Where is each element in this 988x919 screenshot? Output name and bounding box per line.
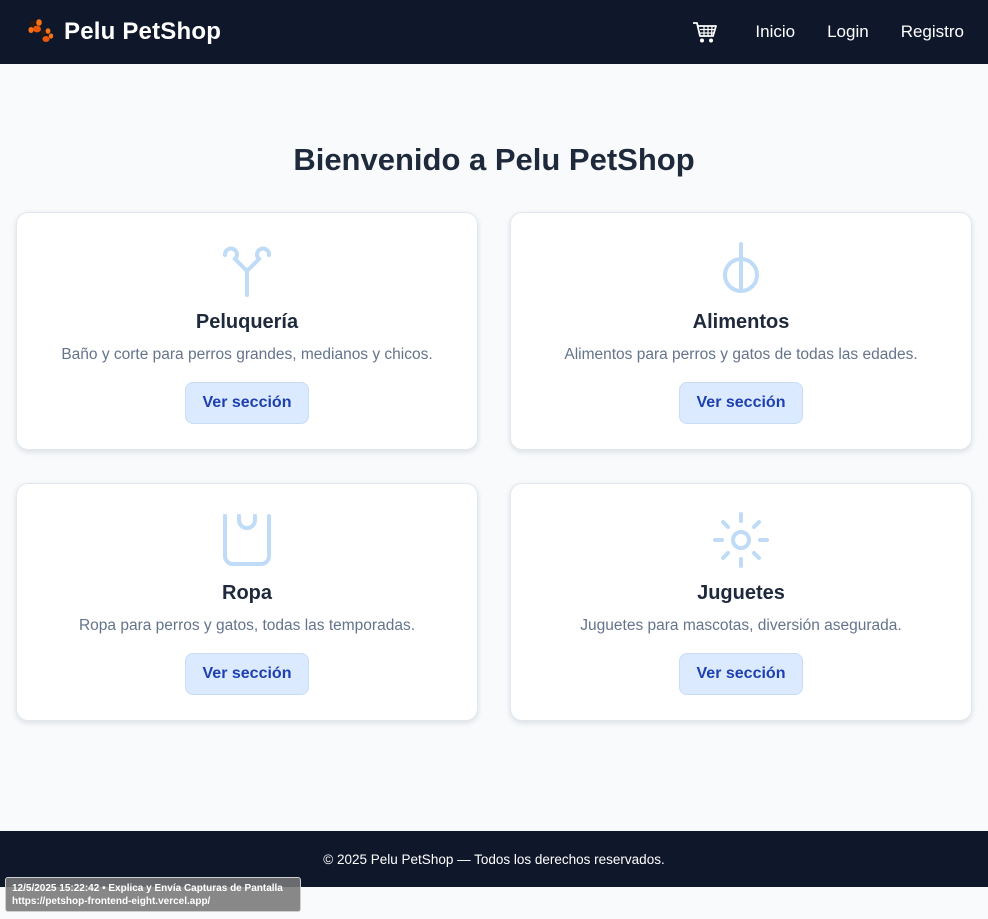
overlay-timestamp: 12/5/2025 15:22:42 • Explica y Envía Cap… bbox=[12, 883, 283, 894]
nav-login[interactable]: Login bbox=[827, 22, 869, 42]
card-description: Alimentos para perros y gatos de todas l… bbox=[564, 346, 918, 363]
ver-seccion-button[interactable]: Ver sección bbox=[185, 382, 309, 424]
overlay-url: https://petshop-frontend-eight.vercel.ap… bbox=[12, 896, 211, 907]
cart-icon[interactable] bbox=[691, 18, 719, 46]
nav-registro[interactable]: Registro bbox=[901, 22, 964, 42]
shirt-icon bbox=[219, 512, 275, 568]
card-description: Ropa para perros y gatos, todas las temp… bbox=[78, 617, 416, 634]
paw-icon bbox=[26, 18, 54, 46]
ver-seccion-button[interactable]: Ver sección bbox=[679, 653, 803, 695]
card-description: Juguetes para mascotas, diversión asegur… bbox=[580, 617, 902, 634]
card-title: Ropa bbox=[222, 582, 272, 604]
scissors-icon bbox=[219, 241, 275, 297]
nav-inicio[interactable]: Inicio bbox=[755, 22, 795, 42]
ver-seccion-button[interactable]: Ver sección bbox=[185, 653, 309, 695]
toy-icon bbox=[713, 512, 769, 568]
services-grid: Peluquería Baño y corte para perros gran… bbox=[16, 212, 972, 721]
main-nav: Inicio Login Registro bbox=[691, 18, 964, 46]
page-title: Bienvenido a Pelu PetShop bbox=[293, 142, 695, 177]
card-ropa: Ropa Ropa para perros y gatos, todas las… bbox=[16, 483, 478, 721]
ver-seccion-button[interactable]: Ver sección bbox=[679, 382, 803, 424]
brand[interactable]: Pelu PetShop bbox=[26, 18, 221, 46]
card-title: Alimentos bbox=[692, 311, 790, 333]
footer-text: © 2025 Pelu PetShop — Todos los derechos… bbox=[323, 851, 665, 867]
screenshot-overlay: 12/5/2025 15:22:42 • Explica y Envía Cap… bbox=[5, 877, 301, 912]
card-title: Peluquería bbox=[195, 311, 299, 333]
card-description: Baño y corte para perros grandes, median… bbox=[61, 346, 433, 363]
card-juguetes: Juguetes Juguetes para mascotas, diversi… bbox=[510, 483, 972, 721]
brand-name: Pelu PetShop bbox=[64, 18, 222, 45]
card-title: Juguetes bbox=[697, 582, 785, 604]
food-icon bbox=[713, 241, 769, 297]
card-peluqueria: Peluquería Baño y corte para perros gran… bbox=[16, 212, 478, 450]
card-alimentos: Alimentos Alimentos para perros y gatos … bbox=[510, 212, 972, 450]
navbar: Pelu PetShop Inicio Login Registro bbox=[0, 0, 988, 64]
